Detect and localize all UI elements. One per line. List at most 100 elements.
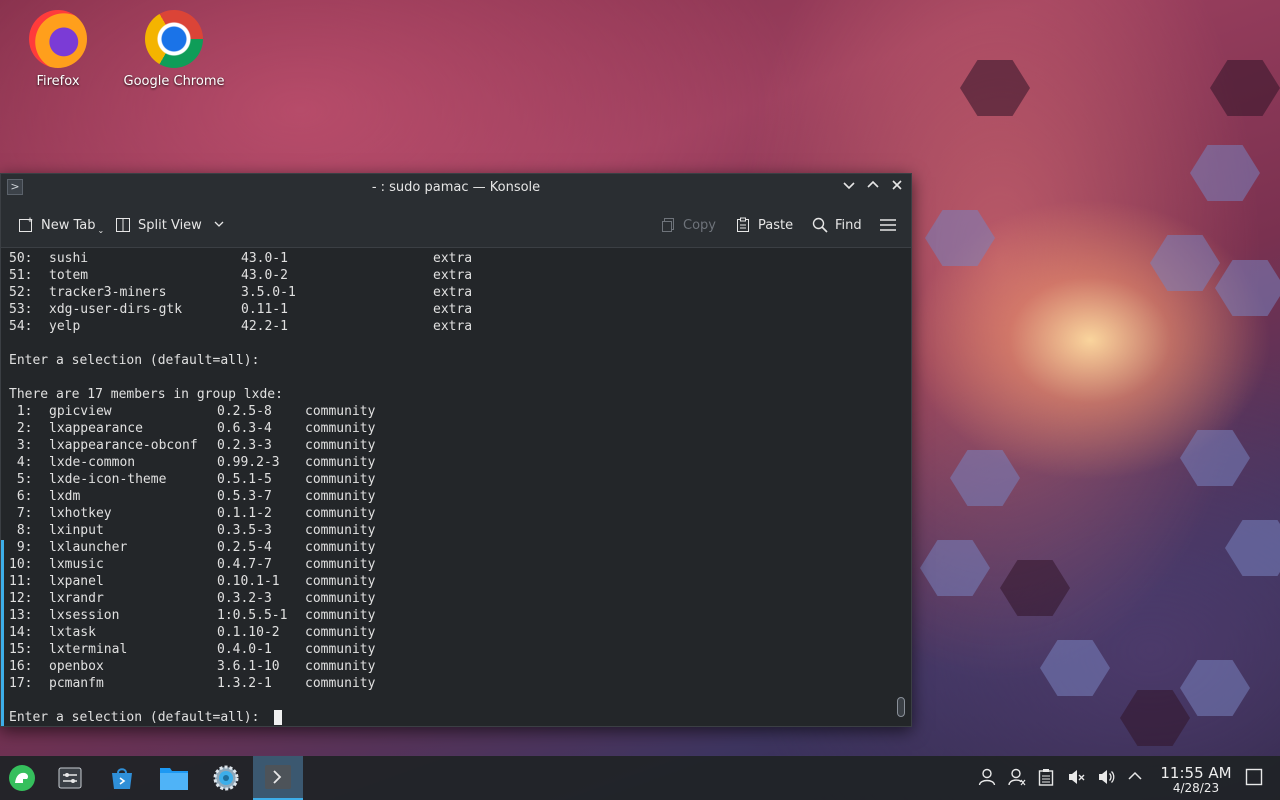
desktop-icon-firefox[interactable]: Firefox	[3, 2, 113, 89]
row-number: 6:	[9, 489, 33, 504]
close-button[interactable]	[887, 178, 907, 198]
search-icon	[811, 216, 829, 234]
terminal-line: 8: lxinput 0.3.5-3 community	[5, 522, 894, 539]
scrollbar-thumb[interactable]	[897, 697, 905, 717]
paste-button[interactable]: Paste	[734, 214, 793, 236]
terminal-line: 14: lxtask 0.1.10-2 community	[5, 624, 894, 641]
row-number: 9:	[9, 540, 33, 555]
close-icon	[892, 180, 902, 190]
user-icon[interactable]	[977, 768, 997, 788]
row-number: 3:	[9, 438, 33, 453]
maximize-button[interactable]	[863, 178, 883, 198]
package-version: 3.6.1-10	[217, 659, 280, 674]
terminal-line: 12: lxrandr 0.3.2-3 community	[5, 590, 894, 607]
package-repo: extra	[433, 268, 473, 283]
audio-muted-icon[interactable]	[1066, 768, 1086, 788]
row-number: 1:	[9, 404, 33, 419]
package-name: pcmanfm	[49, 676, 104, 691]
chevron-down-icon	[843, 182, 855, 190]
package-version: 0.5.1-5	[217, 472, 272, 487]
discover-store-button[interactable]	[104, 760, 140, 796]
kde-connect-icon[interactable]	[1007, 768, 1027, 788]
konsole-task-button[interactable]	[253, 756, 303, 800]
terminal-line: 50: sushi 43.0-1 extra	[5, 250, 894, 267]
copy-button[interactable]: Copy	[659, 214, 716, 236]
digital-clock[interactable]: 11:55 AM 4/28/23	[1156, 764, 1236, 795]
package-repo: extra	[433, 302, 473, 317]
show-desktop-icon	[1245, 768, 1263, 786]
copy-icon	[659, 216, 677, 234]
package-repo: community	[305, 625, 376, 640]
terminal-line: Enter a selection (default=all):	[5, 352, 894, 369]
terminal-line: 1: gpicview 0.2.5-8 community	[5, 403, 894, 420]
package-version: 43.0-1	[241, 251, 288, 266]
chevron-up-icon	[867, 180, 879, 188]
package-repo: extra	[433, 319, 473, 334]
paste-label: Paste	[758, 217, 794, 233]
row-number: 13:	[9, 608, 33, 623]
minimize-button[interactable]	[839, 178, 859, 198]
package-repo: community	[305, 659, 376, 674]
terminal-line: 16: openbox 3.6.1-10 community	[5, 658, 894, 675]
desktop-icon-label: Firefox	[36, 74, 80, 89]
find-button[interactable]: Find	[811, 214, 862, 236]
row-number: 8:	[9, 523, 33, 538]
application-launcher-icon	[9, 765, 35, 791]
expand-tray-icon[interactable]	[1125, 768, 1145, 788]
package-repo: community	[305, 676, 376, 691]
hamburger-menu-button[interactable]	[879, 214, 897, 236]
package-version: 0.99.2-3	[217, 455, 280, 470]
package-version: 0.6.3-4	[217, 421, 272, 436]
terminal-line: 51: totem 43.0-2 extra	[5, 267, 894, 284]
package-name: lxdm	[49, 489, 81, 504]
package-repo: community	[305, 472, 376, 487]
package-version: 0.3.5-3	[217, 523, 272, 538]
terminal-line: 5: lxde-icon-theme 0.5.1-5 community	[5, 471, 894, 488]
new-tab-button[interactable]: New Tab ⌄	[17, 214, 104, 236]
overview-button[interactable]	[52, 760, 88, 796]
terminal-scrollbar[interactable]	[897, 251, 905, 721]
clipboard-icon[interactable]	[1036, 768, 1056, 788]
package-name: lxtask	[49, 625, 96, 640]
package-version: 0.10.1-1	[217, 574, 280, 589]
package-version: 0.4.0-1	[217, 642, 272, 657]
desktop-icon-google-chrome[interactable]: Google Chrome	[119, 2, 229, 89]
split-view-label: Split View	[138, 217, 202, 233]
new-tab-icon	[17, 216, 35, 234]
terminal-line: 2: lxappearance 0.6.3-4 community	[5, 420, 894, 437]
window-titlebar[interactable]: > - : sudo pamac — Konsole	[1, 174, 911, 202]
split-view-icon	[114, 216, 132, 234]
package-name: lxrandr	[49, 591, 104, 606]
terminal-line: 52: tracker3-miners 3.5.0-1 extra	[5, 284, 894, 301]
file-manager-icon	[160, 768, 188, 790]
show-desktop-button[interactable]	[1244, 768, 1264, 788]
split-view-button[interactable]: Split View	[114, 214, 224, 236]
package-name: xdg-user-dirs-gtk	[49, 302, 183, 317]
row-number: 7:	[9, 506, 33, 521]
system-settings-icon	[213, 765, 239, 791]
row-number: 52:	[9, 285, 33, 300]
package-name: lxterminal	[49, 642, 128, 657]
row-number: 51:	[9, 268, 33, 283]
application-launcher-button[interactable]	[4, 760, 40, 796]
system-settings-button[interactable]	[208, 760, 244, 796]
package-repo: community	[305, 489, 376, 504]
terminal-line: 3: lxappearance-obconf 0.2.3-3 community	[5, 437, 894, 454]
terminal-output[interactable]: 50: sushi 43.0-1 extra 51: totem 43.0-2 extra 52…	[1, 249, 894, 726]
package-version: 0.2.5-8	[217, 404, 272, 419]
konsole-toolbar: New Tab ⌄ Split View Copy Paste Find	[1, 202, 911, 248]
package-version: 0.1.10-2	[217, 625, 280, 640]
package-repo: community	[305, 404, 376, 419]
terminal-line: There are 17 members in group lxde:	[5, 386, 894, 403]
file-manager-button[interactable]	[156, 760, 192, 796]
package-repo: community	[305, 540, 376, 555]
package-version: 43.0-2	[241, 268, 288, 283]
terminal-line: 17: pcmanfm 1.3.2-1 community	[5, 675, 894, 692]
package-name: totem	[49, 268, 89, 283]
package-repo: community	[305, 506, 376, 521]
chevron-down-icon: ⌄	[97, 225, 105, 235]
terminal-line: 10: lxmusic 0.4.7-7 community	[5, 556, 894, 573]
package-version: 0.11-1	[241, 302, 288, 317]
row-number: 5:	[9, 472, 33, 487]
volume-icon[interactable]	[1096, 768, 1116, 788]
